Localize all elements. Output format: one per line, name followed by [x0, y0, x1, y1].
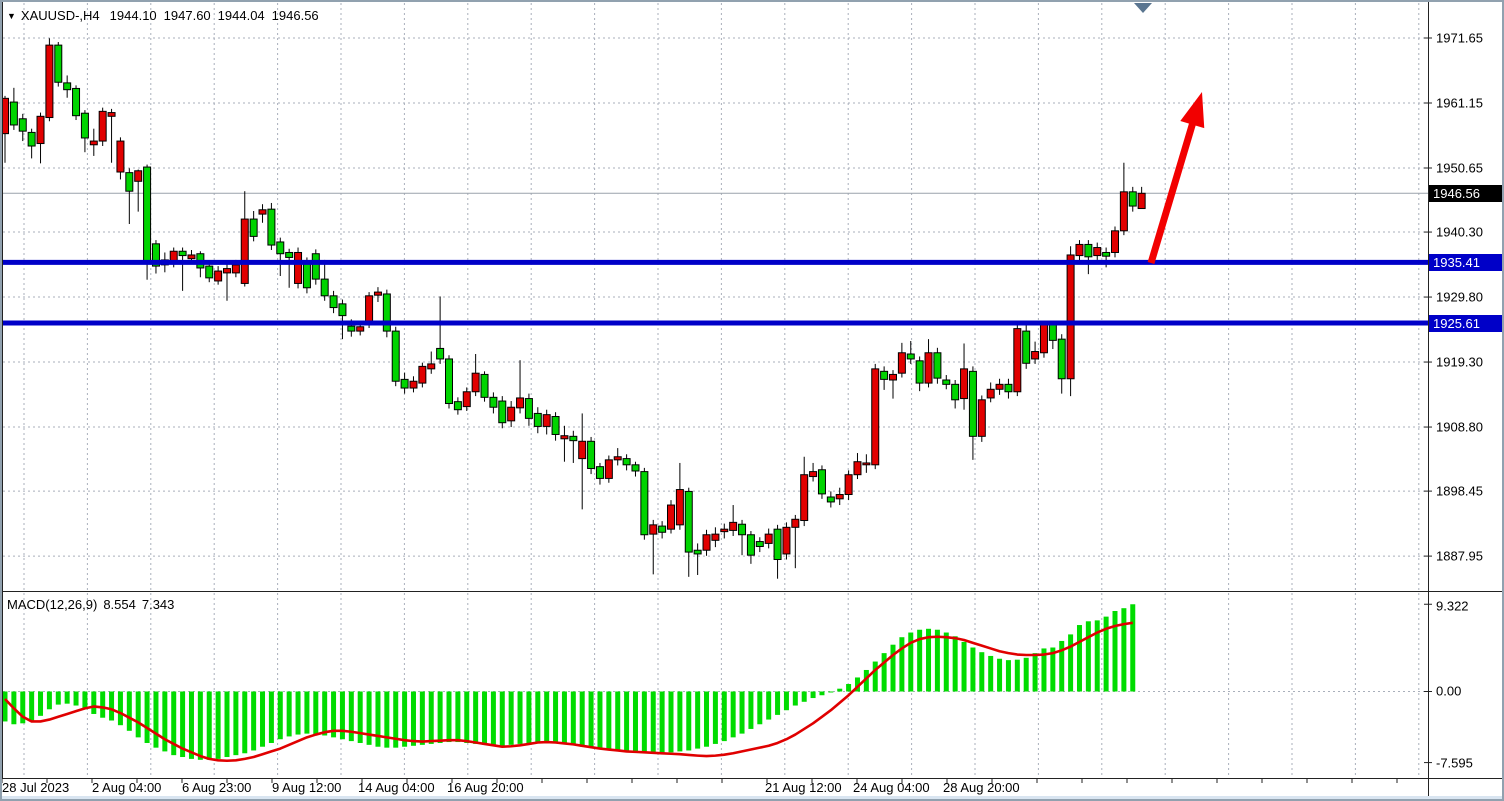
price-axis-label: 1940.30	[1436, 225, 1483, 240]
quote-open: 1944.10	[110, 8, 157, 23]
macd-axis-label: 0.00	[1436, 684, 1461, 699]
macd-signal-value: 7.343	[142, 597, 175, 612]
price-axis-label: 1929.80	[1436, 290, 1483, 305]
time-axis-label: 9 Aug 12:00	[272, 780, 341, 795]
price-axis-label: 1908.80	[1436, 420, 1483, 435]
symbol-marker-icon: ▼	[7, 11, 16, 21]
price-axis-label: 1898.45	[1436, 484, 1483, 499]
macd-name-label: MACD(12,26,9)	[7, 597, 97, 612]
level-price-tag[interactable]: 1935.41	[1429, 254, 1504, 271]
time-axis-label: 16 Aug 20:00	[447, 780, 524, 795]
quote-close: 1946.56	[272, 8, 319, 23]
price-axis-label: 1971.65	[1436, 31, 1483, 46]
axis-lines	[2, 2, 1502, 796]
chart-window: ▼XAUUSD-,H41944.101947.601944.041946.56 …	[0, 0, 1504, 801]
macd-axis-label: -7.595	[1436, 756, 1473, 771]
chart-header: ▼ XAUUSD-,H4 1944.10 1947.60 1944.04 1946.56	[7, 8, 326, 23]
price-axis-label: 1887.95	[1436, 549, 1483, 564]
macd-axis-label: 9.322	[1436, 599, 1469, 614]
time-axis-label: 28 Jul 2023	[2, 780, 69, 795]
time-axis-label: 2 Aug 04:00	[92, 780, 161, 795]
price-axis-label: 1961.15	[1436, 96, 1483, 111]
price-axis-label: 1950.65	[1436, 161, 1483, 176]
macd-main-value: 8.554	[103, 597, 136, 612]
down-triangle-marker-icon[interactable]	[1134, 3, 1152, 13]
level-price-tag[interactable]: 1925.61	[1429, 315, 1504, 332]
grid-layer	[3, 3, 1428, 777]
time-axis-label: 24 Aug 04:00	[853, 780, 930, 795]
symbol-timeframe-label: XAUUSD-,H4	[21, 8, 100, 23]
price-axis-label: 1919.30	[1436, 355, 1483, 370]
price-chart-canvas[interactable]	[0, 0, 1504, 801]
time-axis-label: 6 Aug 23:00	[182, 780, 251, 795]
time-axis-label: 14 Aug 04:00	[358, 780, 435, 795]
candles-layer	[2, 38, 1146, 578]
trend-arrow[interactable]	[1151, 92, 1204, 263]
macd-indicator-header: MACD(12,26,9) 8.554 7.343	[7, 597, 180, 612]
current-price-tag: 1946.56	[1429, 185, 1504, 202]
time-axis-label: 28 Aug 20:00	[943, 780, 1020, 795]
window-bottom-edge	[0, 796, 1504, 801]
quote-low: 1944.04	[218, 8, 265, 23]
quote-high: 1947.60	[164, 8, 211, 23]
time-axis-label: 21 Aug 12:00	[765, 780, 842, 795]
macd-layer	[3, 604, 1136, 760]
